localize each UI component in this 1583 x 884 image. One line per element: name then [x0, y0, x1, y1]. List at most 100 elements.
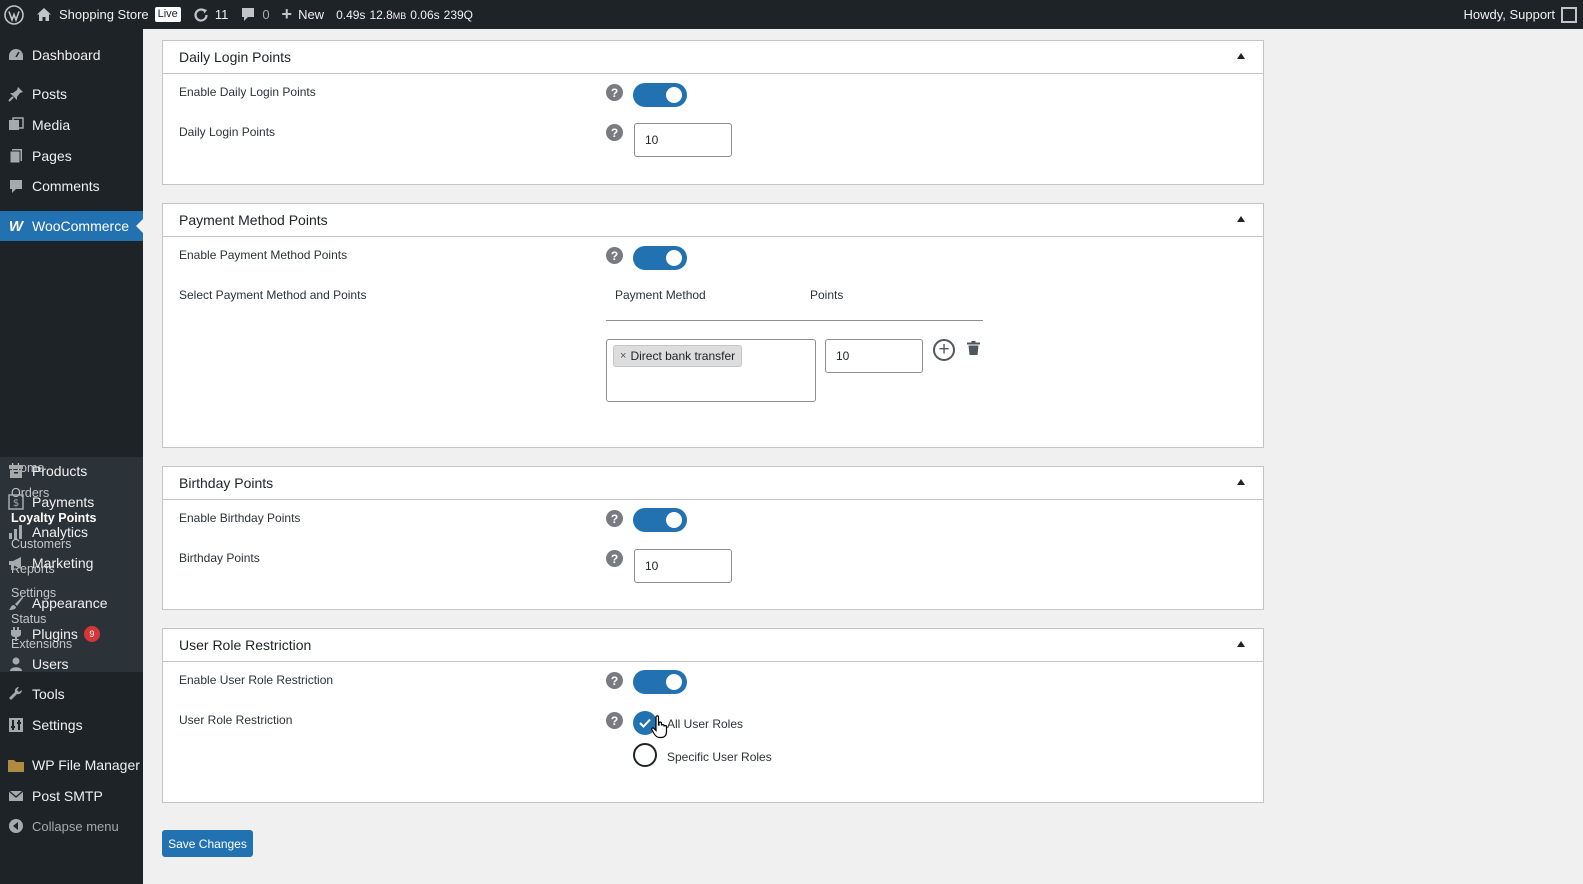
- archive-icon: [0, 463, 32, 479]
- sidebar-item-label: Analytics: [32, 524, 89, 540]
- enable-user-role-toggle[interactable]: [633, 670, 687, 694]
- help-icon[interactable]: ?: [606, 672, 623, 689]
- sidebar-item-users[interactable]: Users: [0, 649, 143, 679]
- chip-label: Direct bank transfer: [630, 349, 736, 363]
- query-monitor-link[interactable]: 0.49s 12.8MB 0.06s 239Q: [330, 0, 483, 29]
- help-icon[interactable]: ?: [606, 124, 623, 141]
- all-user-roles-radio[interactable]: [633, 711, 657, 735]
- comment-icon: [0, 179, 32, 194]
- collapse-icon: [0, 818, 32, 834]
- help-icon[interactable]: ?: [606, 550, 623, 567]
- sidebar-item-label: Pages: [32, 148, 72, 164]
- sidebar-item-label: Products: [32, 463, 88, 479]
- qm-queries: 239Q: [443, 7, 474, 22]
- payment-method-select[interactable]: × Direct bank transfer: [606, 339, 816, 402]
- home-icon: [36, 7, 52, 22]
- sidebar-item-label: Plugins: [32, 626, 78, 642]
- collapse-up-icon[interactable]: [1237, 216, 1245, 222]
- birthday-panel: Birthday Points Enable Birthday Points ?…: [162, 466, 1264, 610]
- live-badge: Live: [154, 7, 181, 22]
- select-payment-method-label: Select Payment Method and Points: [179, 288, 367, 302]
- pushpin-icon: [0, 86, 32, 102]
- qm-time: 0.49s: [336, 7, 366, 22]
- specific-user-roles-radio[interactable]: [633, 743, 657, 767]
- enable-daily-login-label: Enable Daily Login Points: [179, 85, 316, 99]
- collapse-up-icon[interactable]: [1237, 479, 1245, 485]
- save-changes-button[interactable]: Save Changes: [162, 830, 253, 857]
- sidebar-item-payments[interactable]: $ Payments: [0, 487, 143, 517]
- plugins-update-badge: 9: [83, 626, 100, 642]
- sidebar-item-wp-file-manager[interactable]: WP File Manager: [0, 750, 143, 780]
- remove-chip-icon[interactable]: ×: [620, 350, 626, 362]
- trash-icon[interactable]: [967, 341, 980, 355]
- help-icon[interactable]: ?: [606, 84, 623, 101]
- payment-method-points-input[interactable]: 10: [825, 339, 923, 373]
- folder-icon: [0, 757, 32, 773]
- user-icon: [0, 656, 32, 672]
- sidebar-item-comments[interactable]: Comments: [0, 171, 143, 201]
- sidebar-item-tools[interactable]: Tools: [0, 679, 143, 709]
- comment-icon: [240, 7, 256, 22]
- collapse-up-icon[interactable]: [1237, 53, 1245, 59]
- sidebar-item-products[interactable]: Products: [0, 456, 143, 486]
- panel-header: Daily Login Points: [163, 41, 1263, 74]
- enable-payment-method-toggle[interactable]: [633, 246, 687, 270]
- panel-header: Birthday Points: [163, 467, 1263, 500]
- sidebar-item-plugins[interactable]: Plugins 9: [0, 619, 143, 649]
- birthday-points-input[interactable]: 10: [634, 549, 732, 583]
- sidebar-item-posts[interactable]: Posts: [0, 79, 143, 109]
- pages-icon: [0, 148, 32, 164]
- settings-icon: [0, 717, 32, 733]
- updates-link[interactable]: 11: [187, 0, 235, 29]
- qm-memory-value: 12.8: [369, 7, 393, 22]
- new-label: New: [298, 7, 325, 22]
- sidebar-item-pages[interactable]: Pages: [0, 141, 143, 171]
- panel-title: User Role Restriction: [179, 637, 312, 653]
- site-name-link[interactable]: Shopping Store Live: [30, 0, 187, 29]
- add-row-button[interactable]: +: [933, 339, 955, 361]
- enable-birthday-label: Enable Birthday Points: [179, 511, 301, 525]
- sidebar-item-settings[interactable]: Settings: [0, 710, 143, 740]
- enable-payment-method-label: Enable Payment Method Points: [179, 248, 348, 262]
- sidebar-item-post-smtp[interactable]: Post SMTP: [0, 781, 143, 811]
- all-user-roles-label[interactable]: All User Roles: [667, 717, 743, 731]
- refresh-icon: [193, 7, 209, 23]
- qm-db-time: 0.06s: [410, 7, 440, 22]
- help-icon[interactable]: ?: [606, 712, 623, 729]
- collapse-menu-button[interactable]: Collapse menu: [0, 811, 143, 841]
- my-account-link[interactable]: Howdy, Support: [1463, 0, 1583, 29]
- table-divider: [606, 320, 983, 321]
- new-content-link[interactable]: + New: [276, 0, 331, 29]
- panel-title: Birthday Points: [179, 475, 274, 491]
- sidebar-item-label: Settings: [32, 717, 83, 733]
- qm-memory: 12.8MB: [369, 8, 406, 22]
- plus-icon: +: [281, 4, 293, 24]
- enable-daily-login-toggle[interactable]: [633, 83, 687, 107]
- sidebar-item-marketing[interactable]: Marketing: [0, 548, 143, 578]
- sidebar-item-label: Posts: [32, 86, 68, 102]
- sidebar-item-analytics[interactable]: Analytics: [0, 517, 143, 547]
- panel-title: Payment Method Points: [179, 212, 328, 228]
- avatar: [1561, 6, 1577, 23]
- comments-link[interactable]: 0: [234, 0, 275, 29]
- enable-birthday-toggle[interactable]: [633, 508, 687, 532]
- panel-title: Daily Login Points: [179, 49, 292, 65]
- collapse-up-icon[interactable]: [1237, 641, 1245, 647]
- sidebar-item-dashboard[interactable]: Dashboard: [0, 40, 143, 70]
- help-icon[interactable]: ?: [606, 510, 623, 527]
- enable-user-role-label: Enable User Role Restriction: [179, 673, 334, 687]
- sidebar-item-label: WooCommerce: [32, 218, 129, 234]
- wordpress-logo-icon[interactable]: [0, 0, 30, 29]
- panel-header: Payment Method Points: [163, 204, 1263, 237]
- sidebar-item-media[interactable]: Media: [0, 110, 143, 140]
- daily-login-points-input[interactable]: 10: [634, 123, 732, 157]
- daily-login-points-label: Daily Login Points: [179, 125, 276, 139]
- qm-memory-unit: MB: [392, 10, 407, 21]
- sidebar-item-woocommerce[interactable]: W WooCommerce: [0, 211, 143, 241]
- help-icon[interactable]: ?: [606, 247, 623, 264]
- sidebar-item-appearance[interactable]: Appearance: [0, 588, 143, 618]
- specific-user-roles-label[interactable]: Specific User Roles: [667, 750, 772, 764]
- birthday-points-label: Birthday Points: [179, 551, 260, 565]
- sidebar-item-label: Media: [32, 117, 71, 133]
- user-role-restriction-label: User Role Restriction: [179, 713, 293, 727]
